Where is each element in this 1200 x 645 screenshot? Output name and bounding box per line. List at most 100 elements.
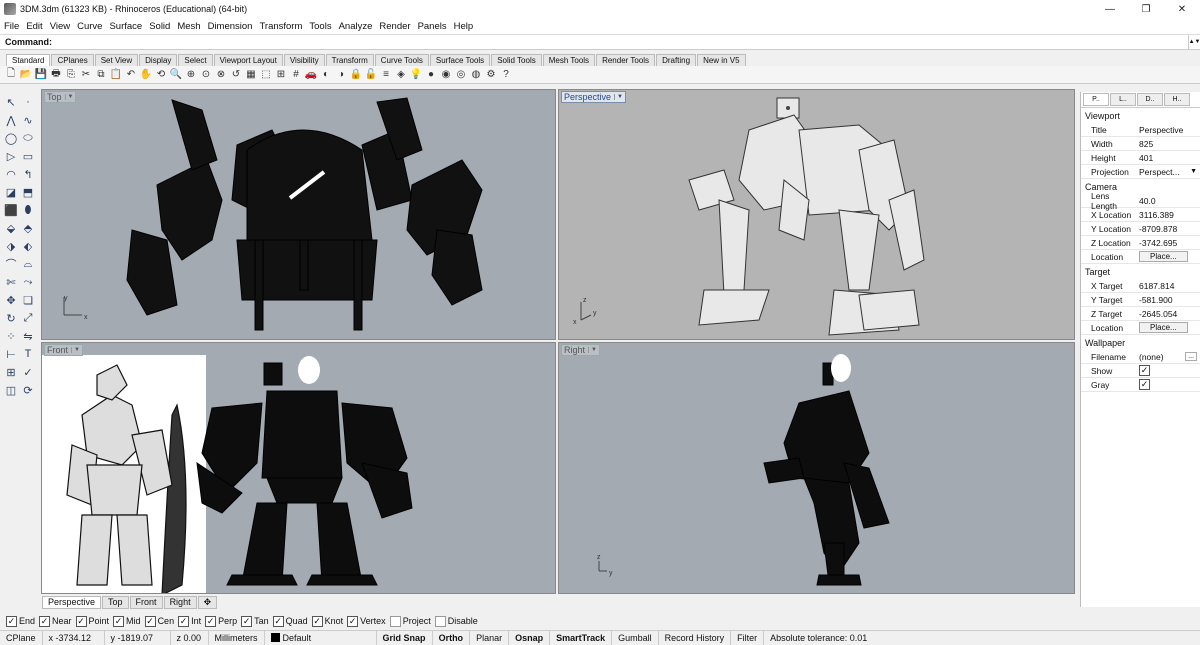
copy-tool-icon[interactable]: ❏ bbox=[20, 292, 36, 308]
lock-icon[interactable]: 🔒 bbox=[349, 68, 363, 82]
show-icon[interactable]: ◑ bbox=[334, 68, 348, 82]
split-icon[interactable]: ⤳ bbox=[20, 274, 36, 290]
tab-render-tools[interactable]: Render Tools bbox=[596, 54, 656, 66]
osnap-vertex[interactable]: ✓ Vertex bbox=[347, 615, 386, 627]
text-icon[interactable]: T bbox=[20, 346, 36, 362]
vp-tab-top[interactable]: Top bbox=[102, 595, 129, 609]
circle-icon[interactable]: ◯ bbox=[3, 130, 19, 146]
osnap-cen[interactable]: ✓ Cen bbox=[144, 615, 174, 627]
copy-icon[interactable]: ⧉ bbox=[94, 68, 108, 82]
tab-mesh-tools[interactable]: Mesh Tools bbox=[542, 54, 596, 66]
osnap-disable[interactable]: Disable bbox=[434, 615, 478, 627]
panel-tab-layers[interactable]: L.. bbox=[1110, 93, 1136, 106]
menu-render[interactable]: Render bbox=[379, 21, 410, 32]
status-cplane[interactable]: CPlane bbox=[0, 630, 43, 645]
osnap-quad[interactable]: ✓ Quad bbox=[272, 615, 308, 627]
prop-z-target-value[interactable]: -2645.054 bbox=[1137, 309, 1200, 319]
status-filter[interactable]: Filter bbox=[731, 630, 765, 645]
tab-select[interactable]: Select bbox=[178, 54, 213, 66]
check-icon[interactable]: ✓ bbox=[20, 364, 36, 380]
move-icon[interactable]: ✥ bbox=[3, 292, 19, 308]
options-icon[interactable]: ⚙ bbox=[484, 68, 498, 82]
arc-icon[interactable]: ◠ bbox=[3, 166, 19, 182]
explode-icon[interactable]: ⌓ bbox=[20, 256, 36, 272]
light-icon[interactable]: 💡 bbox=[409, 68, 423, 82]
osnap-end[interactable]: ✓ End bbox=[6, 615, 35, 627]
polygon-icon[interactable]: ▷ bbox=[3, 148, 19, 164]
tab-cplanes[interactable]: CPlanes bbox=[51, 54, 94, 66]
box-icon[interactable]: ⬛ bbox=[3, 202, 19, 218]
osnap-project[interactable]: Project bbox=[389, 615, 431, 627]
select-arrow-icon[interactable]: ↖ bbox=[3, 94, 19, 110]
close-button[interactable]: ✕ bbox=[1164, 0, 1200, 18]
zoom-extents-icon[interactable]: ⊙ bbox=[199, 68, 213, 82]
fillet-edge-icon[interactable]: ⬗ bbox=[3, 238, 19, 254]
vp-tab-front[interactable]: Front bbox=[129, 595, 163, 609]
prop-x-location-value[interactable]: 3116.389 bbox=[1137, 210, 1200, 220]
four-viewports-icon[interactable]: ▦ bbox=[244, 68, 258, 82]
tab-transform[interactable]: Transform bbox=[325, 54, 374, 66]
browse-button[interactable]: ... bbox=[1185, 352, 1197, 361]
select-icon[interactable]: ⬚ bbox=[259, 68, 273, 82]
viewport-top[interactable]: Top ▼ x y bbox=[41, 89, 556, 340]
prop-projection-select[interactable]: Perspect... ▼ bbox=[1137, 167, 1200, 177]
prop-lens-length-value[interactable]: 40.0 bbox=[1137, 196, 1200, 206]
save-icon[interactable]: 💾 bbox=[34, 68, 48, 82]
tab-new-in-v5[interactable]: New in V5 bbox=[697, 54, 746, 66]
menu-mesh[interactable]: Mesh bbox=[177, 21, 200, 32]
cut-icon[interactable]: ✂ bbox=[79, 68, 93, 82]
prop-z-location-value[interactable]: -3742.695 bbox=[1137, 238, 1200, 248]
unlock-icon[interactable]: 🔓 bbox=[364, 68, 378, 82]
zoom-icon[interactable]: 🔍 bbox=[169, 68, 183, 82]
tab-solid-tools[interactable]: Solid Tools bbox=[491, 54, 542, 66]
osnap-perp[interactable]: ✓ Perp bbox=[205, 615, 237, 627]
osnap-point[interactable]: ✓ Point bbox=[75, 615, 109, 627]
menu-panels[interactable]: Panels bbox=[418, 21, 447, 32]
gray-checkbox[interactable]: ✓ bbox=[1139, 379, 1150, 390]
boolean-icon[interactable]: ⬘ bbox=[20, 220, 36, 236]
menu-surface[interactable]: Surface bbox=[109, 21, 142, 32]
vp-tab-right[interactable]: Right bbox=[163, 595, 197, 609]
show-checkbox[interactable]: ✓ bbox=[1139, 365, 1150, 376]
import-icon[interactable]: ⎘ bbox=[64, 68, 78, 82]
surface-icon[interactable]: ◪ bbox=[3, 184, 19, 200]
add-viewport-tab-icon[interactable]: ✥ bbox=[197, 595, 218, 609]
ellipse-icon[interactable]: ⬭ bbox=[20, 130, 36, 146]
environment-icon[interactable]: ◍ bbox=[469, 68, 483, 82]
minimize-button[interactable]: — bbox=[1092, 0, 1128, 18]
prop-filename-value[interactable]: (none)... bbox=[1137, 352, 1200, 362]
command-history-scroll[interactable]: ▲▼ bbox=[1188, 35, 1200, 49]
menu-dimension[interactable]: Dimension bbox=[208, 21, 253, 32]
pan-icon[interactable]: ✋ bbox=[139, 68, 153, 82]
tab-set-view[interactable]: Set View bbox=[94, 54, 139, 66]
menu-view[interactable]: View bbox=[50, 21, 70, 32]
status-grid-snap[interactable]: Grid Snap bbox=[377, 630, 433, 645]
menu-curve[interactable]: Curve bbox=[77, 21, 102, 32]
scale-icon[interactable]: ⤢ bbox=[20, 310, 36, 326]
menu-tools[interactable]: Tools bbox=[309, 21, 331, 32]
grid-icon[interactable]: # bbox=[289, 68, 303, 82]
rotate-view-icon[interactable]: ⟲ bbox=[154, 68, 168, 82]
undo-icon[interactable]: ↶ bbox=[124, 68, 138, 82]
status-layer[interactable]: Default bbox=[265, 630, 377, 645]
help-icon[interactable]: ? bbox=[499, 68, 513, 82]
viewport-perspective[interactable]: Perspective ▼ z y x bbox=[558, 89, 1075, 340]
mesh-icon[interactable]: ⬙ bbox=[3, 220, 19, 236]
status-planar[interactable]: Planar bbox=[470, 630, 510, 645]
camera-place-button[interactable]: Place... bbox=[1139, 251, 1188, 262]
sphere-icon[interactable]: ⬮ bbox=[20, 202, 36, 218]
vp-tab-perspective[interactable]: Perspective bbox=[42, 595, 102, 609]
offset-icon[interactable]: ⬖ bbox=[20, 238, 36, 254]
status-units[interactable]: Millimeters bbox=[209, 630, 265, 645]
osnap-mid[interactable]: ✓ Mid bbox=[113, 615, 141, 627]
prop-width-value[interactable]: 825 bbox=[1137, 139, 1200, 149]
prop-height-value[interactable]: 401 bbox=[1137, 153, 1200, 163]
array-icon[interactable]: ⁘ bbox=[3, 328, 19, 344]
undo-view-icon[interactable]: ↺ bbox=[229, 68, 243, 82]
zoom-selected-icon[interactable]: ⊗ bbox=[214, 68, 228, 82]
prop-title-value[interactable]: Perspective bbox=[1137, 125, 1200, 135]
zoom-window-icon[interactable]: ⊕ bbox=[184, 68, 198, 82]
mirror-icon[interactable]: ⇋ bbox=[20, 328, 36, 344]
hide-icon[interactable]: ◐ bbox=[319, 68, 333, 82]
extrude-icon[interactable]: ⬒ bbox=[20, 184, 36, 200]
